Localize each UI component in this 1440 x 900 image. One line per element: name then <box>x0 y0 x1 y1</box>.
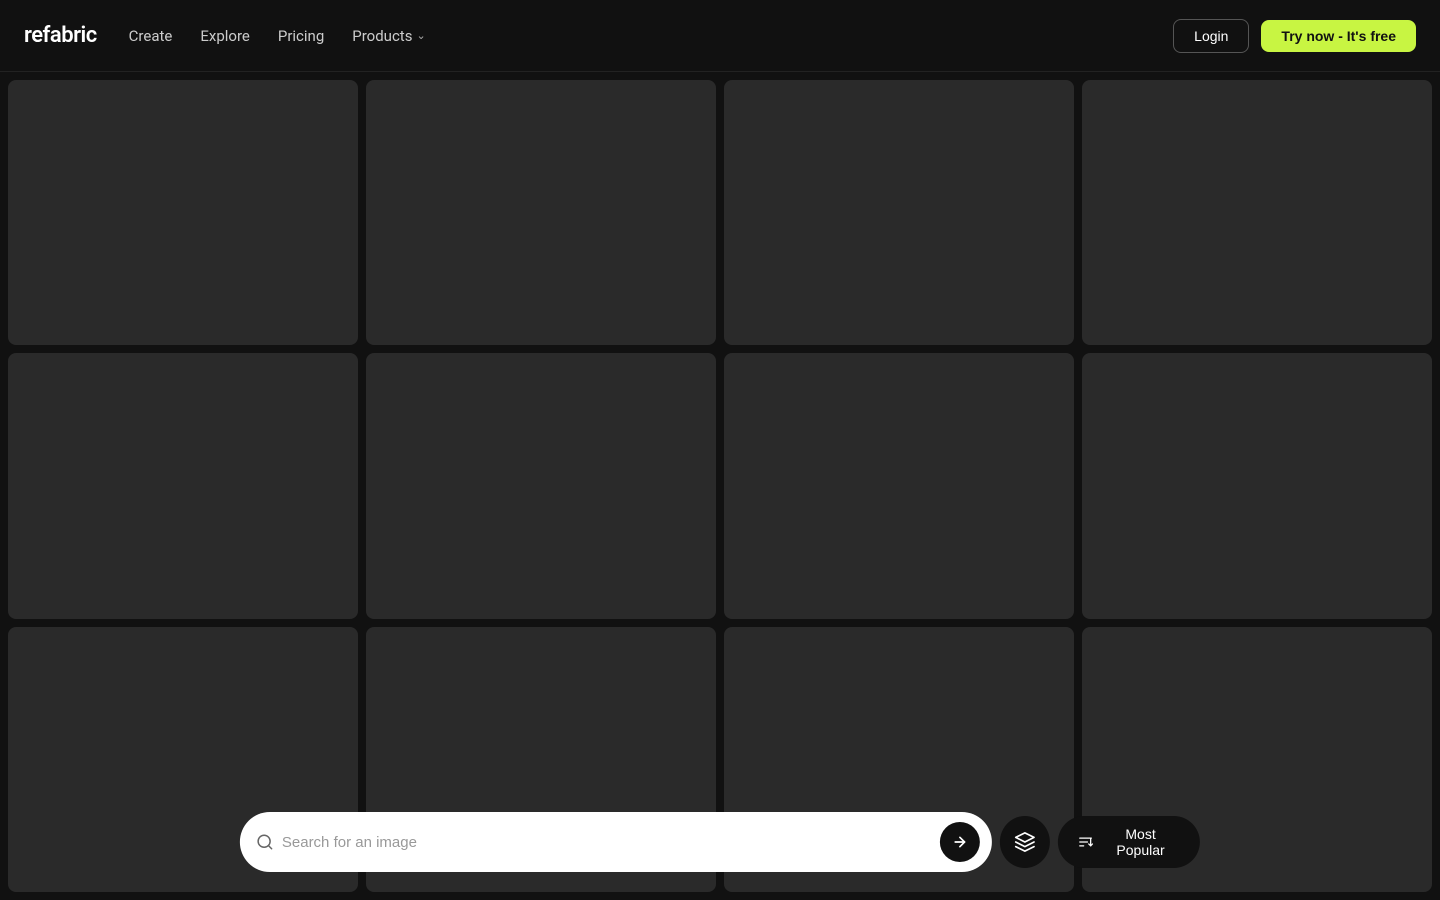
grid-item[interactable] <box>1082 353 1432 618</box>
nav-pricing[interactable]: Pricing <box>278 27 324 45</box>
search-input[interactable] <box>282 834 932 851</box>
bottom-bar: Most Popular <box>240 812 1200 872</box>
nav-explore[interactable]: Explore <box>200 27 250 45</box>
search-submit-button[interactable] <box>940 822 980 862</box>
search-icon <box>256 833 274 851</box>
header: refabric Create Explore Pricing Products… <box>0 0 1440 72</box>
nav-products[interactable]: Products ⌄ <box>352 27 425 45</box>
grid-item[interactable] <box>1082 80 1432 345</box>
header-left: refabric Create Explore Pricing Products… <box>24 23 426 48</box>
sort-button[interactable]: Most Popular <box>1058 816 1200 868</box>
grid-item[interactable] <box>724 353 1074 618</box>
grid-item[interactable] <box>8 353 358 618</box>
search-bar <box>240 812 992 872</box>
sort-label: Most Popular <box>1101 826 1180 858</box>
login-button[interactable]: Login <box>1173 19 1249 53</box>
grid-item[interactable] <box>366 353 716 618</box>
nav: Create Explore Pricing Products ⌄ <box>129 27 426 45</box>
chevron-down-icon: ⌄ <box>416 29 425 42</box>
try-now-button[interactable]: Try now - It's free <box>1261 20 1416 52</box>
image-grid <box>0 72 1440 900</box>
grid-item[interactable] <box>366 80 716 345</box>
header-right: Login Try now - It's free <box>1173 19 1416 53</box>
logo[interactable]: refabric <box>24 23 97 48</box>
layers-button[interactable] <box>1000 816 1050 868</box>
grid-item[interactable] <box>724 80 1074 345</box>
grid-item[interactable] <box>8 80 358 345</box>
nav-create[interactable]: Create <box>129 27 173 45</box>
